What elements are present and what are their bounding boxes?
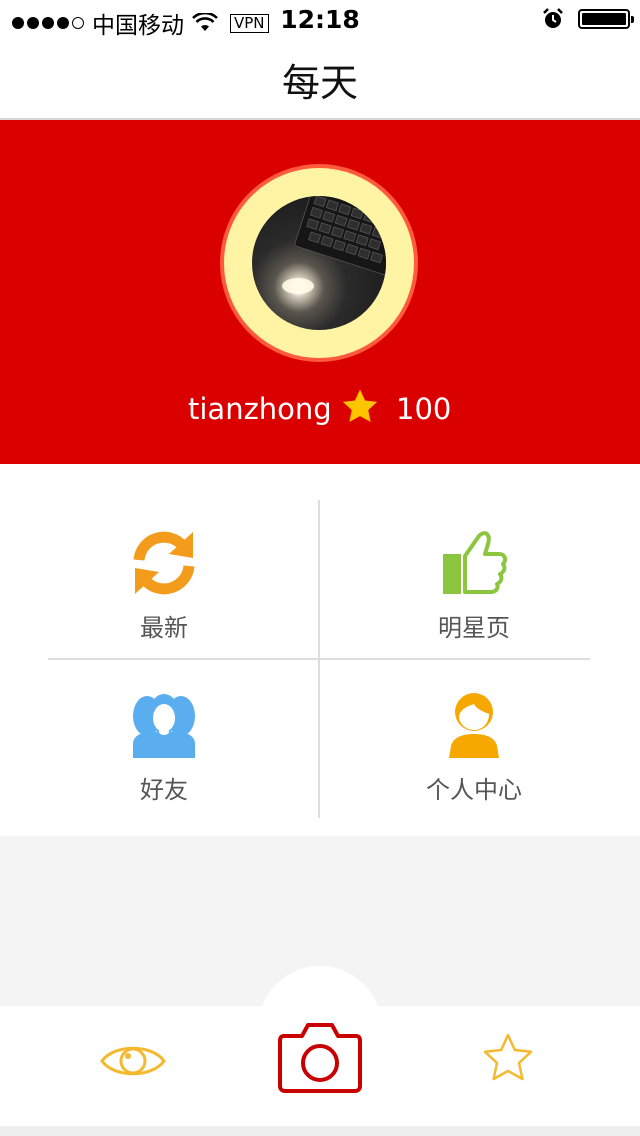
person-icon xyxy=(449,693,499,758)
avatar[interactable] xyxy=(252,196,386,330)
refresh-icon xyxy=(133,531,195,595)
star-outline-icon[interactable] xyxy=(480,1032,536,1086)
bottom-strip xyxy=(0,1126,640,1136)
status-bar: 中国移动 VPN 12:18 xyxy=(0,0,640,40)
profile-banner: tianzhong 100 xyxy=(0,120,640,464)
menu-item-stars[interactable]: 明星页 xyxy=(324,530,624,680)
friends-icon xyxy=(133,694,195,758)
nav-bar: 每天 xyxy=(0,40,640,120)
alarm-icon xyxy=(543,8,563,28)
points-value: 100 xyxy=(396,392,452,426)
menu-item-label: 最新 xyxy=(140,614,188,642)
menu-item-label: 好友 xyxy=(140,776,188,804)
username: tianzhong xyxy=(188,392,332,426)
star-icon xyxy=(342,389,378,423)
status-right xyxy=(542,8,634,30)
eye-icon[interactable] xyxy=(100,1038,166,1084)
menu-item-label: 个人中心 xyxy=(426,776,522,804)
thumbs-up-icon xyxy=(443,531,507,594)
battery-icon xyxy=(578,9,634,29)
menu-item-friends[interactable]: 好友 xyxy=(14,692,314,842)
menu-item-latest[interactable]: 最新 xyxy=(14,530,314,680)
menu-grid: 最新 明星页 好友 个人中心 xyxy=(0,464,640,836)
page-title: 每天 xyxy=(281,61,358,105)
menu-item-profile[interactable]: 个人中心 xyxy=(324,692,624,842)
avatar-ring[interactable] xyxy=(220,164,418,362)
avatar-keyboard-image xyxy=(282,196,386,294)
camera-icon[interactable] xyxy=(278,1022,362,1094)
menu-item-label: 明星页 xyxy=(438,614,510,642)
